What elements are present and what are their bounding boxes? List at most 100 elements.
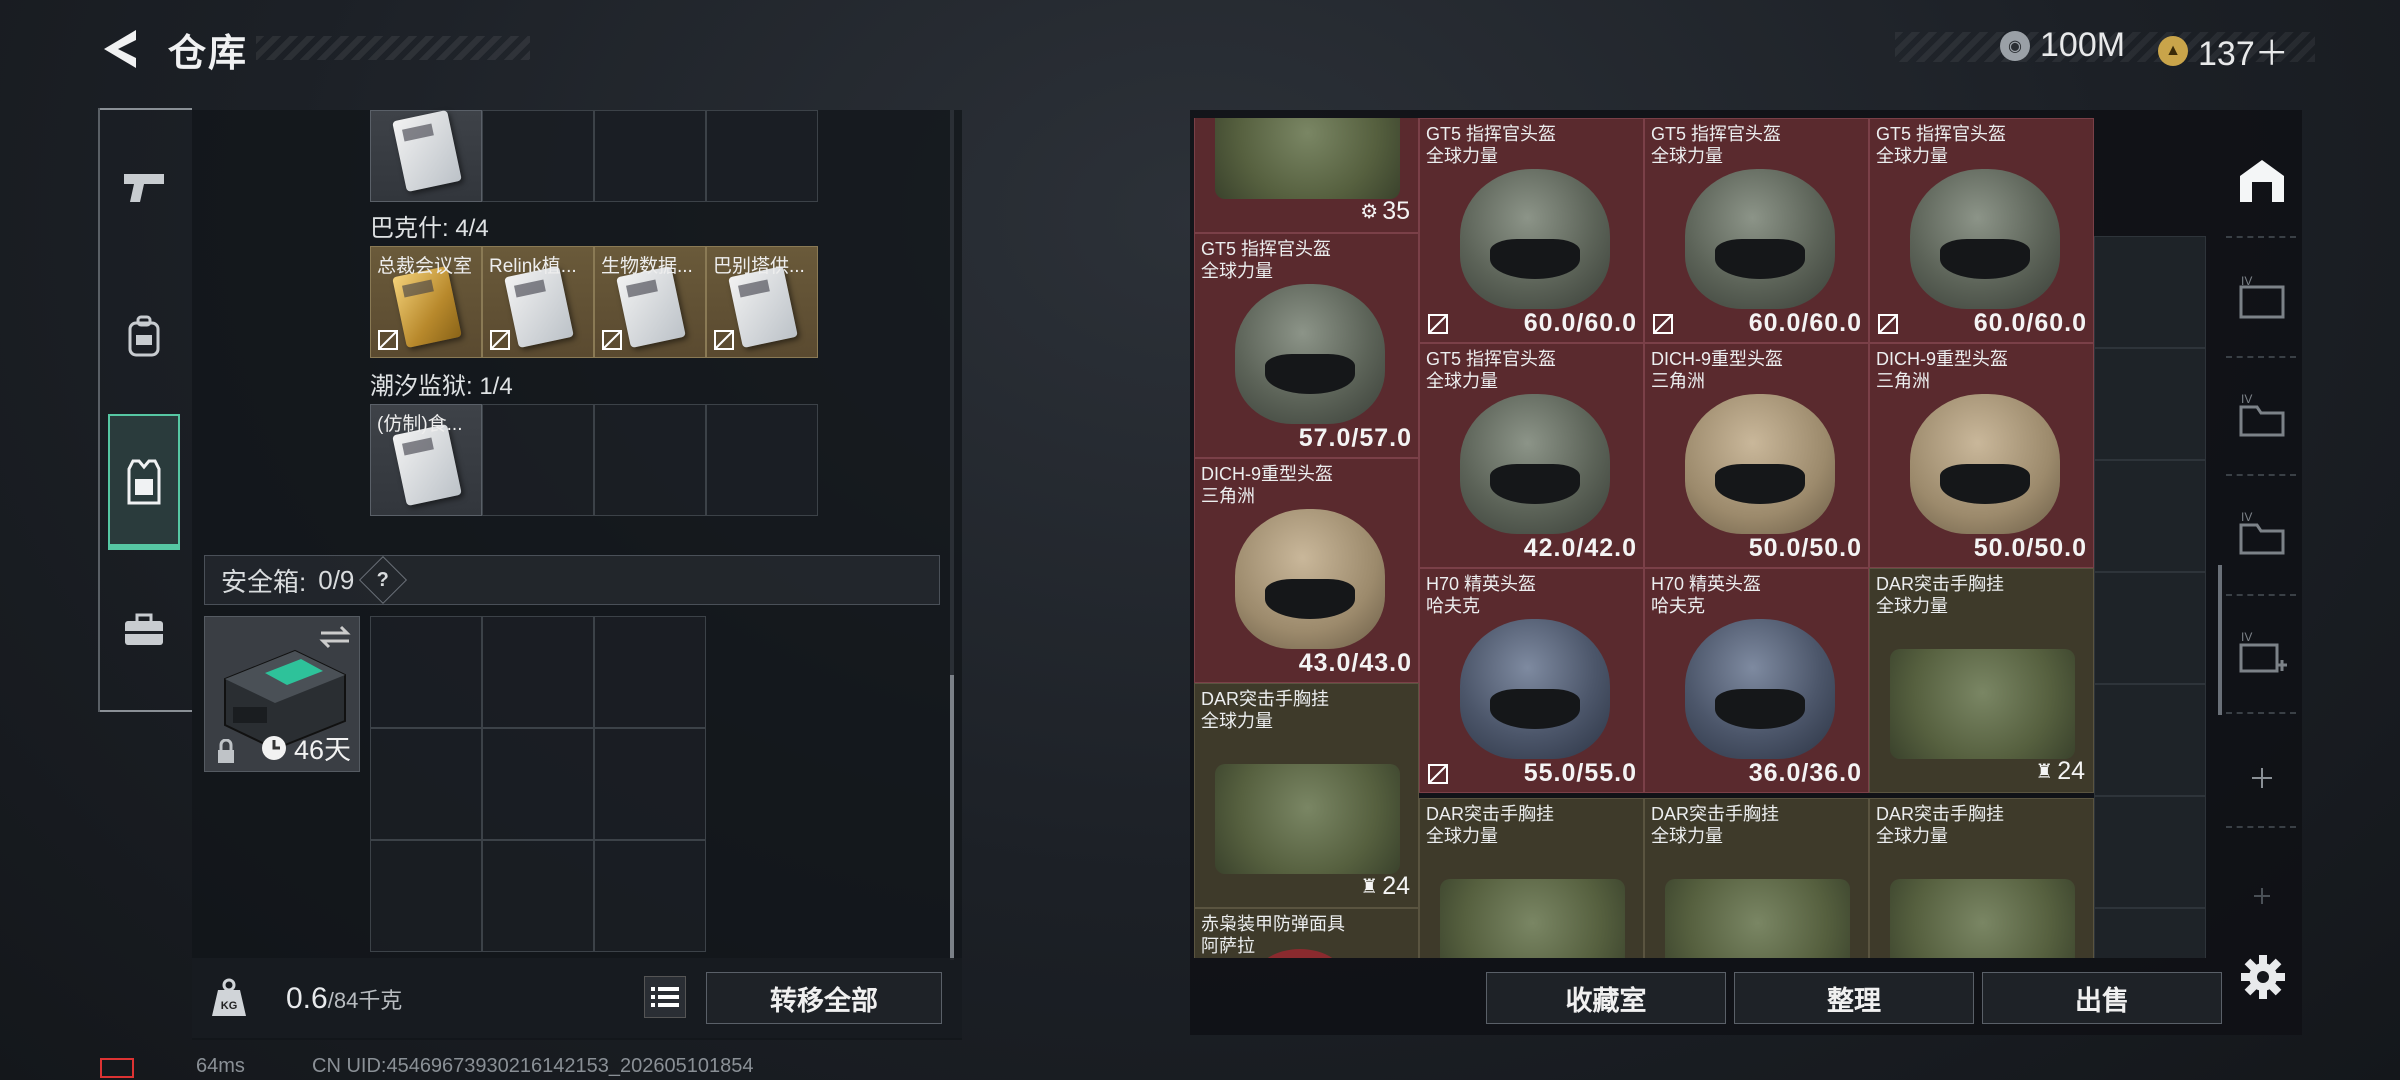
inventory-slot[interactable] bbox=[706, 110, 818, 202]
page-title: 仓库 bbox=[168, 33, 249, 75]
svg-text:IV: IV bbox=[2241, 275, 2252, 288]
safebox-item[interactable]: 46天 bbox=[204, 616, 360, 772]
stash-item-vest[interactable]: DAR突击手胸挂 全球力量 bbox=[1869, 798, 2094, 958]
safebox-slot[interactable] bbox=[370, 616, 482, 728]
coin-amount: 100M bbox=[2040, 26, 2126, 64]
transfer-all-button[interactable]: 转移全部 bbox=[706, 972, 942, 1024]
visor-icon bbox=[1490, 239, 1580, 279]
back-button[interactable] bbox=[96, 24, 142, 74]
durability-text: 36.0/36.0 bbox=[1748, 759, 1862, 787]
item-brand: 哈夫克 bbox=[1651, 596, 1705, 616]
stash-tab-iv-folder-2[interactable]: IV bbox=[2232, 504, 2292, 564]
inventory-slot[interactable]: 总裁会议室 bbox=[370, 246, 482, 358]
list-view-button[interactable] bbox=[644, 976, 686, 1018]
stash-empty-slot[interactable] bbox=[2094, 684, 2206, 796]
inventory-slot[interactable]: 生物数据... bbox=[594, 246, 706, 358]
premium-amount: 137＋ bbox=[2198, 35, 2289, 73]
stash-item-vest[interactable]: ⚙ 35 bbox=[1194, 118, 1419, 233]
weight-readout: 0.6/84千克 bbox=[286, 982, 402, 1016]
barkesh-row: 总裁会议室 Relink植... 生物数据... 巴别塔供... bbox=[370, 246, 818, 358]
help-button[interactable]: ? bbox=[359, 555, 408, 605]
item-name: DAR突击手胸挂 全球力量 bbox=[1426, 803, 1554, 847]
no-trade-icon bbox=[378, 330, 398, 350]
tab-divider bbox=[2226, 594, 2296, 596]
stash-tab-iv-folder[interactable]: IV bbox=[2232, 386, 2292, 446]
stash-item-gt5[interactable]: GT5 指挥官头盔 全球力量 57.0/57.0 bbox=[1194, 233, 1419, 458]
no-trade-icon bbox=[1428, 764, 1448, 784]
stash-empty-slot[interactable] bbox=[2094, 460, 2206, 572]
inventory-slot[interactable] bbox=[370, 109, 482, 202]
tab-divider bbox=[2226, 712, 2296, 714]
safebox-slot[interactable] bbox=[594, 840, 706, 952]
inventory-scrollbar-thumb[interactable] bbox=[950, 675, 954, 960]
stash-item-mask[interactable]: 赤枭装甲防弹面具 阿萨拉 bbox=[1194, 908, 1419, 958]
nav-item-case[interactable] bbox=[108, 584, 180, 676]
visor-icon bbox=[1265, 354, 1355, 394]
count-value: 24 bbox=[2057, 757, 2085, 785]
inventory-slot[interactable] bbox=[706, 404, 818, 516]
collection-room-button[interactable]: 收藏室 bbox=[1486, 972, 1726, 1024]
item-count: ⚙ 35 bbox=[1360, 197, 1410, 226]
safebox-slot[interactable] bbox=[370, 840, 482, 952]
item-brand: 全球力量 bbox=[1651, 826, 1723, 846]
stash-item-gt5[interactable]: GT5 指挥官头盔 全球力量 60.0/60.0 bbox=[1869, 118, 2094, 343]
stash-tab-main[interactable] bbox=[2232, 150, 2292, 210]
sell-button[interactable]: 出售 bbox=[1982, 972, 2222, 1024]
safebox-days: 46天 bbox=[293, 735, 351, 765]
slot-count-icon: ♜ bbox=[1360, 876, 1379, 898]
stash-item-vest[interactable]: DAR突击手胸挂 全球力量 bbox=[1419, 798, 1644, 958]
stash-item-vest[interactable]: DAR突击手胸挂 全球力量 ♜ 24 bbox=[1869, 568, 2094, 793]
stash-item-vest[interactable]: DAR突击手胸挂 全球力量 bbox=[1644, 798, 1869, 958]
item-name: DAR突击手胸挂 全球力量 bbox=[1876, 803, 2004, 847]
no-trade-icon bbox=[602, 330, 622, 350]
stash-item-gt5[interactable]: GT5 指挥官头盔 全球力量 60.0/60.0 bbox=[1419, 118, 1644, 343]
visor-icon bbox=[1940, 464, 2030, 504]
tab-divider bbox=[2226, 474, 2296, 476]
stash-item-dich[interactable]: DICH-9重型头盔 三角洲 50.0/50.0 bbox=[1644, 343, 1869, 568]
stash-item-dich[interactable]: DICH-9重型头盔 三角洲 50.0/50.0 bbox=[1869, 343, 2094, 568]
add-tab-button-2[interactable] bbox=[2232, 866, 2292, 926]
safebox-slot[interactable] bbox=[482, 840, 594, 952]
safebox-slot[interactable] bbox=[594, 728, 706, 840]
stash-scrollbar-thumb[interactable] bbox=[2218, 565, 2222, 715]
stash-empty-slot[interactable] bbox=[2094, 236, 2206, 348]
access-card-icon bbox=[392, 109, 462, 193]
stash-item-dich[interactable]: DICH-9重型头盔 三角洲 43.0/43.0 bbox=[1194, 458, 1419, 683]
nav-item-vest[interactable] bbox=[108, 414, 180, 550]
item-brand: 全球力量 bbox=[1426, 371, 1498, 391]
safebox-slot[interactable] bbox=[482, 728, 594, 840]
stash-tab-iv-medkit[interactable]: IV bbox=[2232, 624, 2292, 684]
stash-item-gt5[interactable]: GT5 指挥官头盔 全球力量 42.0/42.0 bbox=[1419, 343, 1644, 568]
stash-item-h70[interactable]: H70 精英头盔 哈夫克 36.0/36.0 bbox=[1644, 568, 1869, 793]
add-tab-button[interactable] bbox=[2232, 748, 2292, 808]
stash-item-vest[interactable]: DAR突击手胸挂 全球力量 ♜ 24 bbox=[1194, 683, 1419, 908]
item-title: DAR突击手胸挂 bbox=[1426, 804, 1555, 824]
stash-empty-slot[interactable] bbox=[2094, 572, 2206, 684]
nav-item-backpack[interactable] bbox=[108, 290, 180, 382]
inventory-slot[interactable] bbox=[594, 110, 706, 202]
battery-icon bbox=[100, 1058, 134, 1078]
stash-item-gt5[interactable]: GT5 指挥官头盔 全球力量 60.0/60.0 bbox=[1644, 118, 1869, 343]
durability-text: 42.0/42.0 bbox=[1523, 534, 1637, 562]
stash-empty-slot[interactable] bbox=[2094, 348, 2206, 460]
inventory-slot[interactable] bbox=[594, 404, 706, 516]
stash-empty-slot[interactable] bbox=[2094, 908, 2206, 958]
gt5-helmet-icon bbox=[1460, 394, 1610, 534]
inventory-slot[interactable]: 巴别塔供... bbox=[706, 246, 818, 358]
stash-tab-iv-safe[interactable]: IV bbox=[2232, 268, 2292, 328]
stash-item-h70[interactable]: H70 精英头盔 哈夫克 55.0/55.0 bbox=[1419, 568, 1644, 793]
inventory-slot[interactable]: (仿制)食... bbox=[370, 404, 482, 516]
inventory-slot[interactable] bbox=[482, 110, 594, 202]
safebox-slot[interactable] bbox=[594, 616, 706, 728]
inventory-slot[interactable]: Relink植... bbox=[482, 246, 594, 358]
nav-item-weapons[interactable] bbox=[108, 142, 180, 234]
item-brand: 全球力量 bbox=[1201, 711, 1273, 731]
safebox-slot[interactable] bbox=[482, 616, 594, 728]
inventory-slot[interactable] bbox=[482, 404, 594, 516]
stash-empty-slot[interactable] bbox=[2094, 796, 2206, 908]
item-name: DICH-9重型头盔 三角洲 bbox=[1876, 348, 2008, 392]
settings-button[interactable] bbox=[2238, 952, 2288, 1002]
dich-helmet-icon bbox=[1685, 394, 1835, 534]
safebox-slot[interactable] bbox=[370, 728, 482, 840]
organize-button[interactable]: 整理 bbox=[1734, 972, 1974, 1024]
